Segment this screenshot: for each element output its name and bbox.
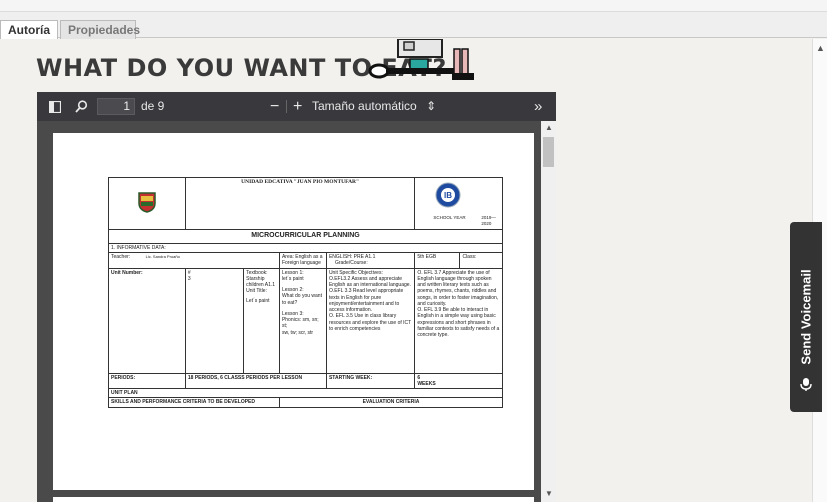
informative-data-label: 1. INFORMATIVE DATA: xyxy=(108,242,503,254)
objective-item: O.EFL3.2 Assess and appreciate English a… xyxy=(328,275,411,288)
pdf-next-page xyxy=(53,497,534,502)
unit-plan-label: UNIT PLAN xyxy=(108,387,503,399)
periods-value: 18 PERIODS, 6 CLASSS PERIODS PER LESSON xyxy=(184,372,327,389)
tab-autoria[interactable]: Autoría xyxy=(0,20,58,40)
school-year-label: SCHOOL YEAR xyxy=(433,215,466,220)
school-title: UNIDAD EDCATIVA "JUAN PIO MONTUFAR" xyxy=(184,177,416,230)
viewer-scrollbar[interactable]: ▲ ▼ xyxy=(541,121,556,502)
unit-title-value: Let´s paint xyxy=(246,297,270,304)
english-cell: ENGLISH: PRE A1.1 Grade/Course: xyxy=(325,252,416,269)
lesson-line: What do you want to eat? xyxy=(281,293,322,306)
scrollbar-thumb[interactable] xyxy=(543,137,554,167)
scroll-up-icon[interactable]: ▲ xyxy=(545,123,553,132)
page-total: de 9 xyxy=(141,99,165,113)
weeks-cell: 6 WEEKS xyxy=(414,372,503,389)
search-icon[interactable] xyxy=(75,100,88,113)
school-year-value: 2019—2020 xyxy=(481,215,496,226)
scroll-down-icon[interactable]: ▼ xyxy=(545,489,553,498)
textbook-cell: Textbook: Starship children A1.1 Unit Ti… xyxy=(243,267,280,374)
zoom-select[interactable]: Tamaño automático ⇕ xyxy=(312,92,437,121)
lesson-line: Phonics: sm, sn; st; xyxy=(281,317,319,330)
outer-scroll-up-icon[interactable]: ▲ xyxy=(816,43,825,53)
starting-week-label: STARTING WEEK: xyxy=(325,372,416,389)
pdf-toolbar: 1 de 9 − + Tamaño automático ⇕ » xyxy=(37,92,556,121)
ib-logo-icon: IB xyxy=(435,182,461,208)
school-shield-icon xyxy=(138,192,156,214)
microphone-icon xyxy=(800,378,812,391)
english-level: ENGLISH: PRE A1.1 xyxy=(328,254,376,260)
weeks-label: WEEKS xyxy=(417,380,436,387)
pdf-page: UNIDAD EDCATIVA "JUAN PIO MONTUFAR" IB S… xyxy=(53,133,534,490)
unit-number-label: Unit Number: xyxy=(108,267,186,374)
tab-bar: Autoría Propiedades xyxy=(0,12,827,40)
evaluation-label: EVALUATION CRITERIA xyxy=(278,397,504,408)
skills-label: SKILLS AND PERFORMANCE CRITERIA TO BE DE… xyxy=(108,397,280,408)
grade-value: 5th EGB xyxy=(414,252,461,269)
criteria-cell: O. EFL 3.7 Appreciate the use of English… xyxy=(414,267,503,374)
doc-table: UNIDAD EDCATIVA "JUAN PIO MONTUFAR" IB S… xyxy=(108,177,504,408)
zoom-in-button[interactable]: + xyxy=(293,92,302,121)
teacher-label: Teacher: xyxy=(111,254,131,260)
unit-title-label: Unit Title: xyxy=(246,288,267,295)
school-logo-cell xyxy=(108,177,186,230)
ib-logo-cell: IB SCHOOL YEAR 2019—2020 xyxy=(414,177,503,230)
teacher-cell: Teacher: Lic. Sandra Proaño xyxy=(108,252,280,269)
tab-propiedades[interactable]: Propiedades xyxy=(60,20,140,39)
zoom-select-label: Tamaño automático xyxy=(312,99,417,113)
table-clipart-image xyxy=(368,39,474,80)
grade-label: Grade/Course: xyxy=(334,260,368,267)
pdf-viewer: 1 de 9 − + Tamaño automático ⇕ » UNIDAD … xyxy=(37,92,556,502)
ib-logo-text: IB xyxy=(444,191,452,200)
lesson-line: let´s paint xyxy=(281,275,304,282)
select-arrows-icon: ⇕ xyxy=(426,99,437,113)
sidebar-toggle-icon[interactable] xyxy=(49,101,61,113)
planning-table: UNIDAD EDCATIVA "JUAN PIO MONTUFAR" IB S… xyxy=(108,177,504,408)
objective-item: O.EFL 3.3 Read level appropriate texts i… xyxy=(328,288,404,313)
textbook-value: Starship children A1.1 xyxy=(246,275,276,288)
toolbar-separator xyxy=(286,100,287,113)
page-number-input[interactable]: 1 xyxy=(97,98,135,115)
objectives-cell: Unit Specific Objectives: O.EFL3.2 Asses… xyxy=(325,267,416,374)
teacher-name: Lic. Sandra Proaño xyxy=(145,254,180,259)
send-voicemail-label: Send Voicemail xyxy=(798,269,814,365)
lesson-line: sw, tw; scr, str xyxy=(281,329,314,336)
area-cell: Area: English as a Foreign language xyxy=(278,252,327,269)
class-label: Class: xyxy=(459,252,503,269)
criteria-item: O. EFL 3.9 Be able to interact in Englis… xyxy=(417,307,500,338)
unit-number: 3 xyxy=(187,275,191,282)
periods-label: PERIODS: xyxy=(108,372,186,389)
lessons-cell: Lesson 1: let´s paint Lesson 2: What do … xyxy=(278,267,327,374)
more-tools-button[interactable]: » xyxy=(534,92,542,121)
objective-item: O. EFL 3.5 Use in class library resource… xyxy=(328,313,412,332)
criteria-item: O. EFL 3.7 Appreciate the use of English… xyxy=(417,269,499,307)
unit-number-cell: # 3 xyxy=(184,267,245,374)
send-voicemail-button[interactable]: Send Voicemail xyxy=(790,222,822,412)
top-strip xyxy=(0,0,827,12)
pdf-page-area: UNIDAD EDCATIVA "JUAN PIO MONTUFAR" IB S… xyxy=(37,121,556,502)
planning-title: MICROCURRICULAR PLANNING xyxy=(108,229,503,244)
zoom-out-button[interactable]: − xyxy=(270,92,279,121)
content-area: WHAT DO YOU WANT TO EAT? 1 de 9 − + Tama… xyxy=(0,39,812,502)
